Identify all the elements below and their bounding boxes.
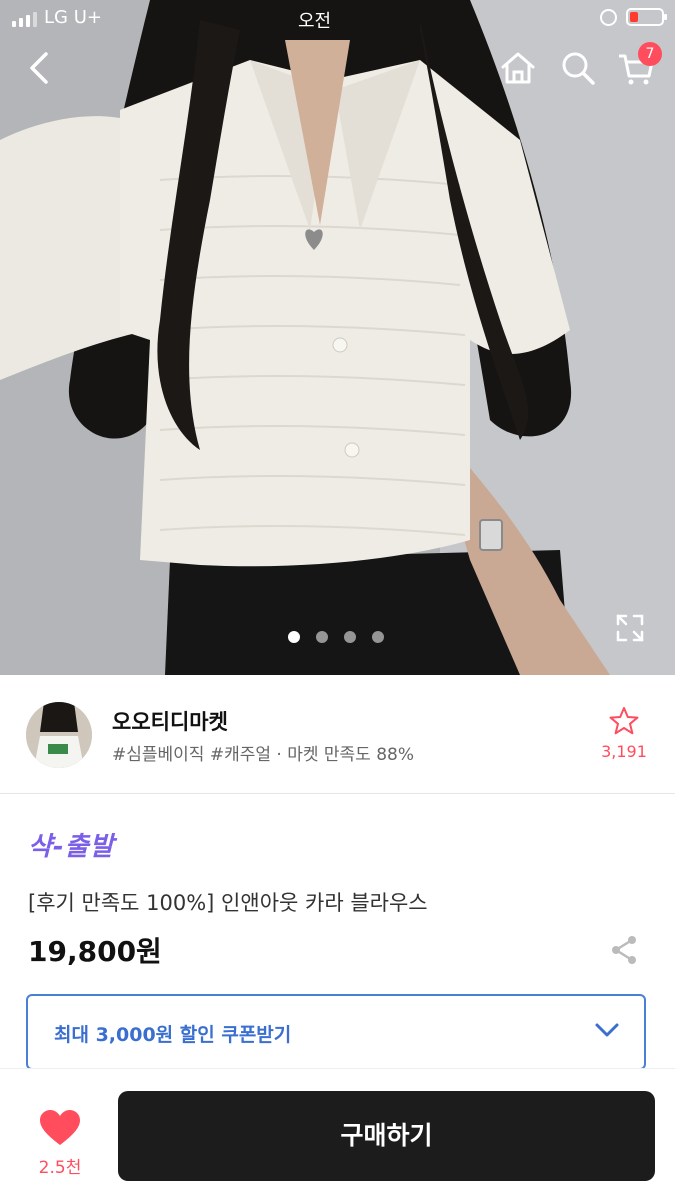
- gallery-dot[interactable]: [316, 631, 328, 643]
- shop-info-row[interactable]: 오오티디마켓 #심플베이직 #캐주얼 · 마켓 만족도 88% 3,191: [0, 676, 675, 794]
- rotation-lock-icon: [600, 9, 617, 26]
- home-icon[interactable]: [498, 48, 538, 88]
- coupon-label: 최대 3,000원 할인 쿠폰받기: [54, 1024, 292, 1046]
- product-photo: [0, 0, 675, 675]
- product-price: 19,800원: [28, 935, 162, 968]
- chevron-down-icon: [595, 1023, 619, 1037]
- favorite-shop-button[interactable]: 3,191: [600, 706, 648, 761]
- status-time: 오전: [298, 11, 332, 32]
- search-icon[interactable]: [558, 48, 598, 88]
- shop-name[interactable]: 오오티디마켓: [112, 706, 228, 736]
- gallery-dot[interactable]: [288, 631, 300, 643]
- battery-icon: [626, 8, 667, 26]
- product-image-gallery[interactable]: LG U+ 오전 7: [0, 0, 675, 675]
- gallery-pagination: [288, 631, 384, 643]
- signal-icon: [12, 12, 37, 27]
- shop-tags: #심플베이직 #캐주얼 · 마켓 만족도 88%: [112, 745, 415, 765]
- gallery-dot[interactable]: [372, 631, 384, 643]
- buy-button[interactable]: 구매하기: [118, 1091, 655, 1181]
- cart-count-badge: 7: [638, 42, 662, 66]
- share-icon[interactable]: [608, 934, 640, 966]
- gallery-dot[interactable]: [344, 631, 356, 643]
- shop-avatar[interactable]: [26, 702, 92, 768]
- carrier-label: LG U+: [44, 7, 102, 28]
- heart-icon: [40, 1110, 80, 1145]
- shipping-badge: 샥-출발: [28, 832, 115, 862]
- expand-icon[interactable]: [614, 612, 646, 644]
- back-button[interactable]: [20, 48, 60, 88]
- status-bar: LG U+ 오전: [0, 0, 675, 36]
- coupon-download-button[interactable]: 최대 3,000원 할인 쿠폰받기: [26, 994, 646, 1070]
- bottom-action-bar: 2.5천 구매하기: [0, 1068, 675, 1200]
- shop-avatar-image: [26, 702, 92, 768]
- like-count: 2.5천: [38, 1158, 82, 1178]
- star-outline-icon: [609, 707, 639, 735]
- favorite-count: 3,191: [601, 742, 647, 761]
- product-title: [후기 만족도 100%] 인앤아웃 카라 블라우스: [28, 891, 428, 915]
- like-button[interactable]: 2.5천: [32, 1109, 88, 1178]
